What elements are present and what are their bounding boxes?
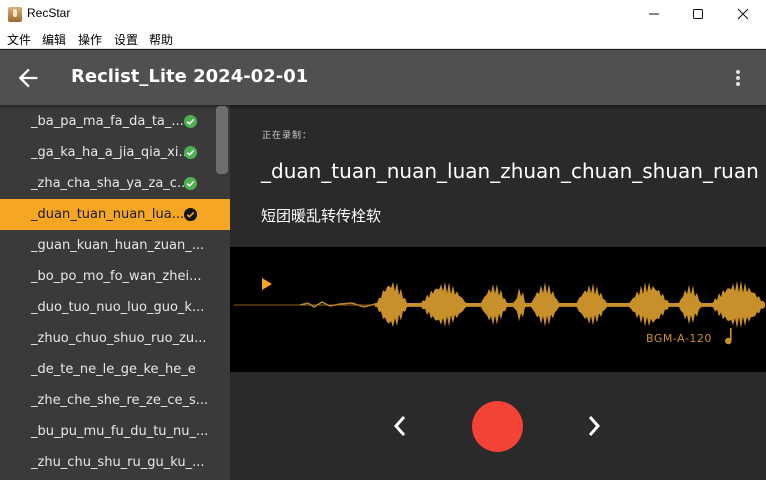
menu-file[interactable]: 文件 xyxy=(7,31,31,48)
list-item-label: _zhu_chu_shu_ru_gu_ku_... xyxy=(31,455,205,470)
close-button[interactable] xyxy=(720,0,766,28)
list-item-label: _duan_tuan_nuan_lua... xyxy=(31,207,185,222)
more-options-button[interactable] xyxy=(728,65,748,91)
page-title: Reclist_Lite 2024-02-01 xyxy=(71,66,309,87)
waveform-panel[interactable]: BGM-A-120 xyxy=(230,247,766,372)
list-item[interactable]: _zha_cha_sha_ya_za_c... xyxy=(0,168,230,199)
list-item-label: _zhuo_chuo_shuo_ruo_zu... xyxy=(31,331,207,346)
minimize-button[interactable] xyxy=(631,0,677,28)
list-item-label: _zha_cha_sha_ya_za_c... xyxy=(31,176,190,191)
list-item-label: _duo_tuo_nuo_luo_guo_k... xyxy=(31,300,205,315)
menu-action[interactable]: 操作 xyxy=(78,31,102,48)
minimize-icon xyxy=(649,13,659,15)
recording-panel: 正在录制： _duan_tuan_nuan_luan_zhuan_chuan_s… xyxy=(230,105,766,480)
list-item[interactable]: _duo_tuo_nuo_luo_guo_k... xyxy=(0,292,230,323)
list-item[interactable]: _zhuo_chuo_shuo_ruo_zu... xyxy=(0,323,230,354)
music-note-icon[interactable] xyxy=(722,327,736,347)
list-item-label: _bo_po_mo_fo_wan_zhei... xyxy=(31,269,202,284)
sentence-name: _duan_tuan_nuan_luan_zhuan_chuan_shuan_r… xyxy=(261,159,759,183)
next-button[interactable] xyxy=(582,412,606,440)
list-item[interactable]: _ba_pa_ma_fa_da_ta_... xyxy=(0,106,230,137)
check-circle-icon xyxy=(183,176,198,191)
play-icon[interactable] xyxy=(261,277,273,291)
menu-bar: 文件 编辑 操作 设置 帮助 xyxy=(0,28,766,49)
list-item[interactable]: _de_te_ne_le_ge_ke_he_e xyxy=(0,354,230,385)
previous-button[interactable] xyxy=(388,412,412,440)
check-circle-icon xyxy=(183,145,198,160)
list-item[interactable]: _guan_kuan_huan_zuan_... xyxy=(0,230,230,261)
sentence-list: _ba_pa_ma_fa_da_ta_... _ga_ka_ha_a_jia_q… xyxy=(0,105,230,480)
list-item-label: _guan_kuan_huan_zuan_... xyxy=(31,238,205,253)
list-item[interactable]: _ga_ka_ha_a_jia_qia_xi... xyxy=(0,137,230,168)
app-bar: Reclist_Lite 2024-02-01 xyxy=(0,50,766,105)
arrow-back-icon xyxy=(18,68,38,88)
list-item-label: _de_te_ne_le_ge_ke_he_e xyxy=(31,362,196,377)
sentence-text: 短团暖乱转传栓软 xyxy=(261,207,382,225)
menu-settings[interactable]: 设置 xyxy=(114,31,138,48)
record-button[interactable] xyxy=(472,401,523,452)
list-item-selected[interactable]: _duan_tuan_nuan_lua... xyxy=(0,199,230,230)
list-item[interactable]: _zhe_che_she_re_ze_ce_s... xyxy=(0,385,230,416)
list-item[interactable]: _bo_po_mo_fo_wan_zhei... xyxy=(0,261,230,292)
menu-edit[interactable]: 编辑 xyxy=(42,31,66,48)
list-item-label: _ga_ka_ha_a_jia_qia_xi... xyxy=(31,145,191,160)
list-item-label: _ba_pa_ma_fa_da_ta_... xyxy=(31,114,184,129)
check-circle-icon xyxy=(183,114,198,129)
list-scrollbar[interactable] xyxy=(216,106,228,174)
list-item-label: _zhe_che_she_re_ze_ce_s... xyxy=(31,393,209,408)
list-item[interactable]: _zhu_chu_shu_ru_gu_ku_... xyxy=(0,447,230,478)
bgm-label: BGM-A-120 xyxy=(646,332,712,345)
recording-status-label: 正在录制： xyxy=(262,131,313,141)
list-item[interactable]: _bu_pu_mu_fu_du_tu_nu_... xyxy=(0,416,230,447)
chevron-left-icon xyxy=(393,416,406,436)
chevron-right-icon xyxy=(588,416,601,436)
menu-help[interactable]: 帮助 xyxy=(149,31,173,48)
recstar-app-icon xyxy=(8,7,22,22)
window-title: RecStar xyxy=(27,6,71,20)
waveform xyxy=(234,280,765,329)
back-button[interactable] xyxy=(14,64,42,92)
window-titlebar: RecStar xyxy=(0,0,766,28)
list-item-label: _bu_pu_mu_fu_du_tu_nu_... xyxy=(31,424,209,439)
maximize-button[interactable] xyxy=(675,0,721,28)
close-icon xyxy=(737,8,749,20)
check-circle-icon xyxy=(183,207,198,222)
maximize-icon xyxy=(693,9,703,19)
more-vert-icon xyxy=(736,70,740,86)
